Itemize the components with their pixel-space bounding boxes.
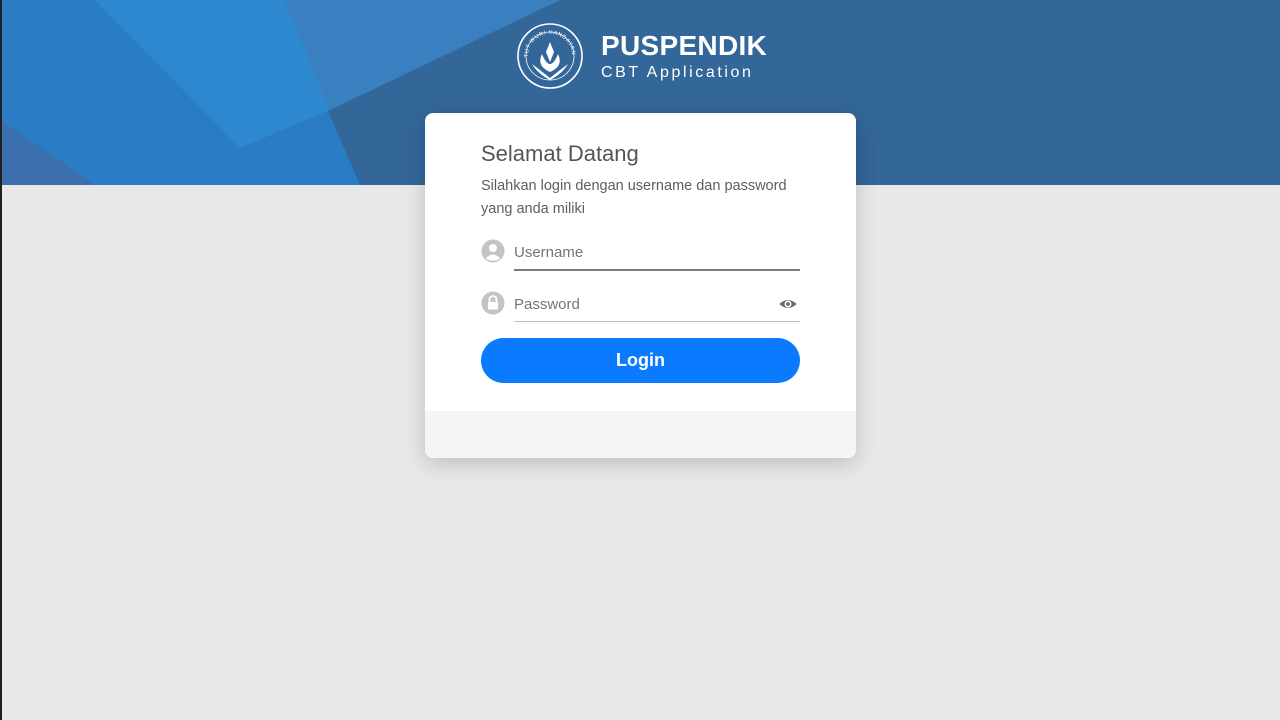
username-input[interactable] xyxy=(514,236,800,269)
login-description: Silahkan login dengan username dan passw… xyxy=(481,178,787,217)
password-field xyxy=(481,288,800,324)
brand: TUT WURI HANDAYANI PUSPENDIK CBT Applica… xyxy=(516,22,767,90)
brand-title: PUSPENDIK xyxy=(601,29,768,61)
password-input[interactable] xyxy=(514,288,800,321)
window-edge xyxy=(0,0,2,720)
emblem-motto: TUT WURI HANDAYANI xyxy=(516,22,575,57)
login-card: Selamat Datang Silahkan login dengan use… xyxy=(425,113,856,458)
username-field xyxy=(481,236,800,272)
login-title: Selamat Datang xyxy=(481,141,639,166)
login-button[interactable]: Login xyxy=(481,338,800,383)
tut-wuri-handayani-emblem-icon: TUT WURI HANDAYANI xyxy=(516,22,583,89)
eye-icon[interactable] xyxy=(778,294,798,314)
username-underline xyxy=(514,269,800,271)
password-underline xyxy=(514,321,800,322)
svg-text:TUT WURI HANDAYANI: TUT WURI HANDAYANI xyxy=(516,22,576,57)
user-icon xyxy=(481,239,505,263)
card-footer xyxy=(425,411,856,458)
brand-subtitle: CBT Application xyxy=(601,63,754,81)
lock-icon xyxy=(481,291,505,315)
